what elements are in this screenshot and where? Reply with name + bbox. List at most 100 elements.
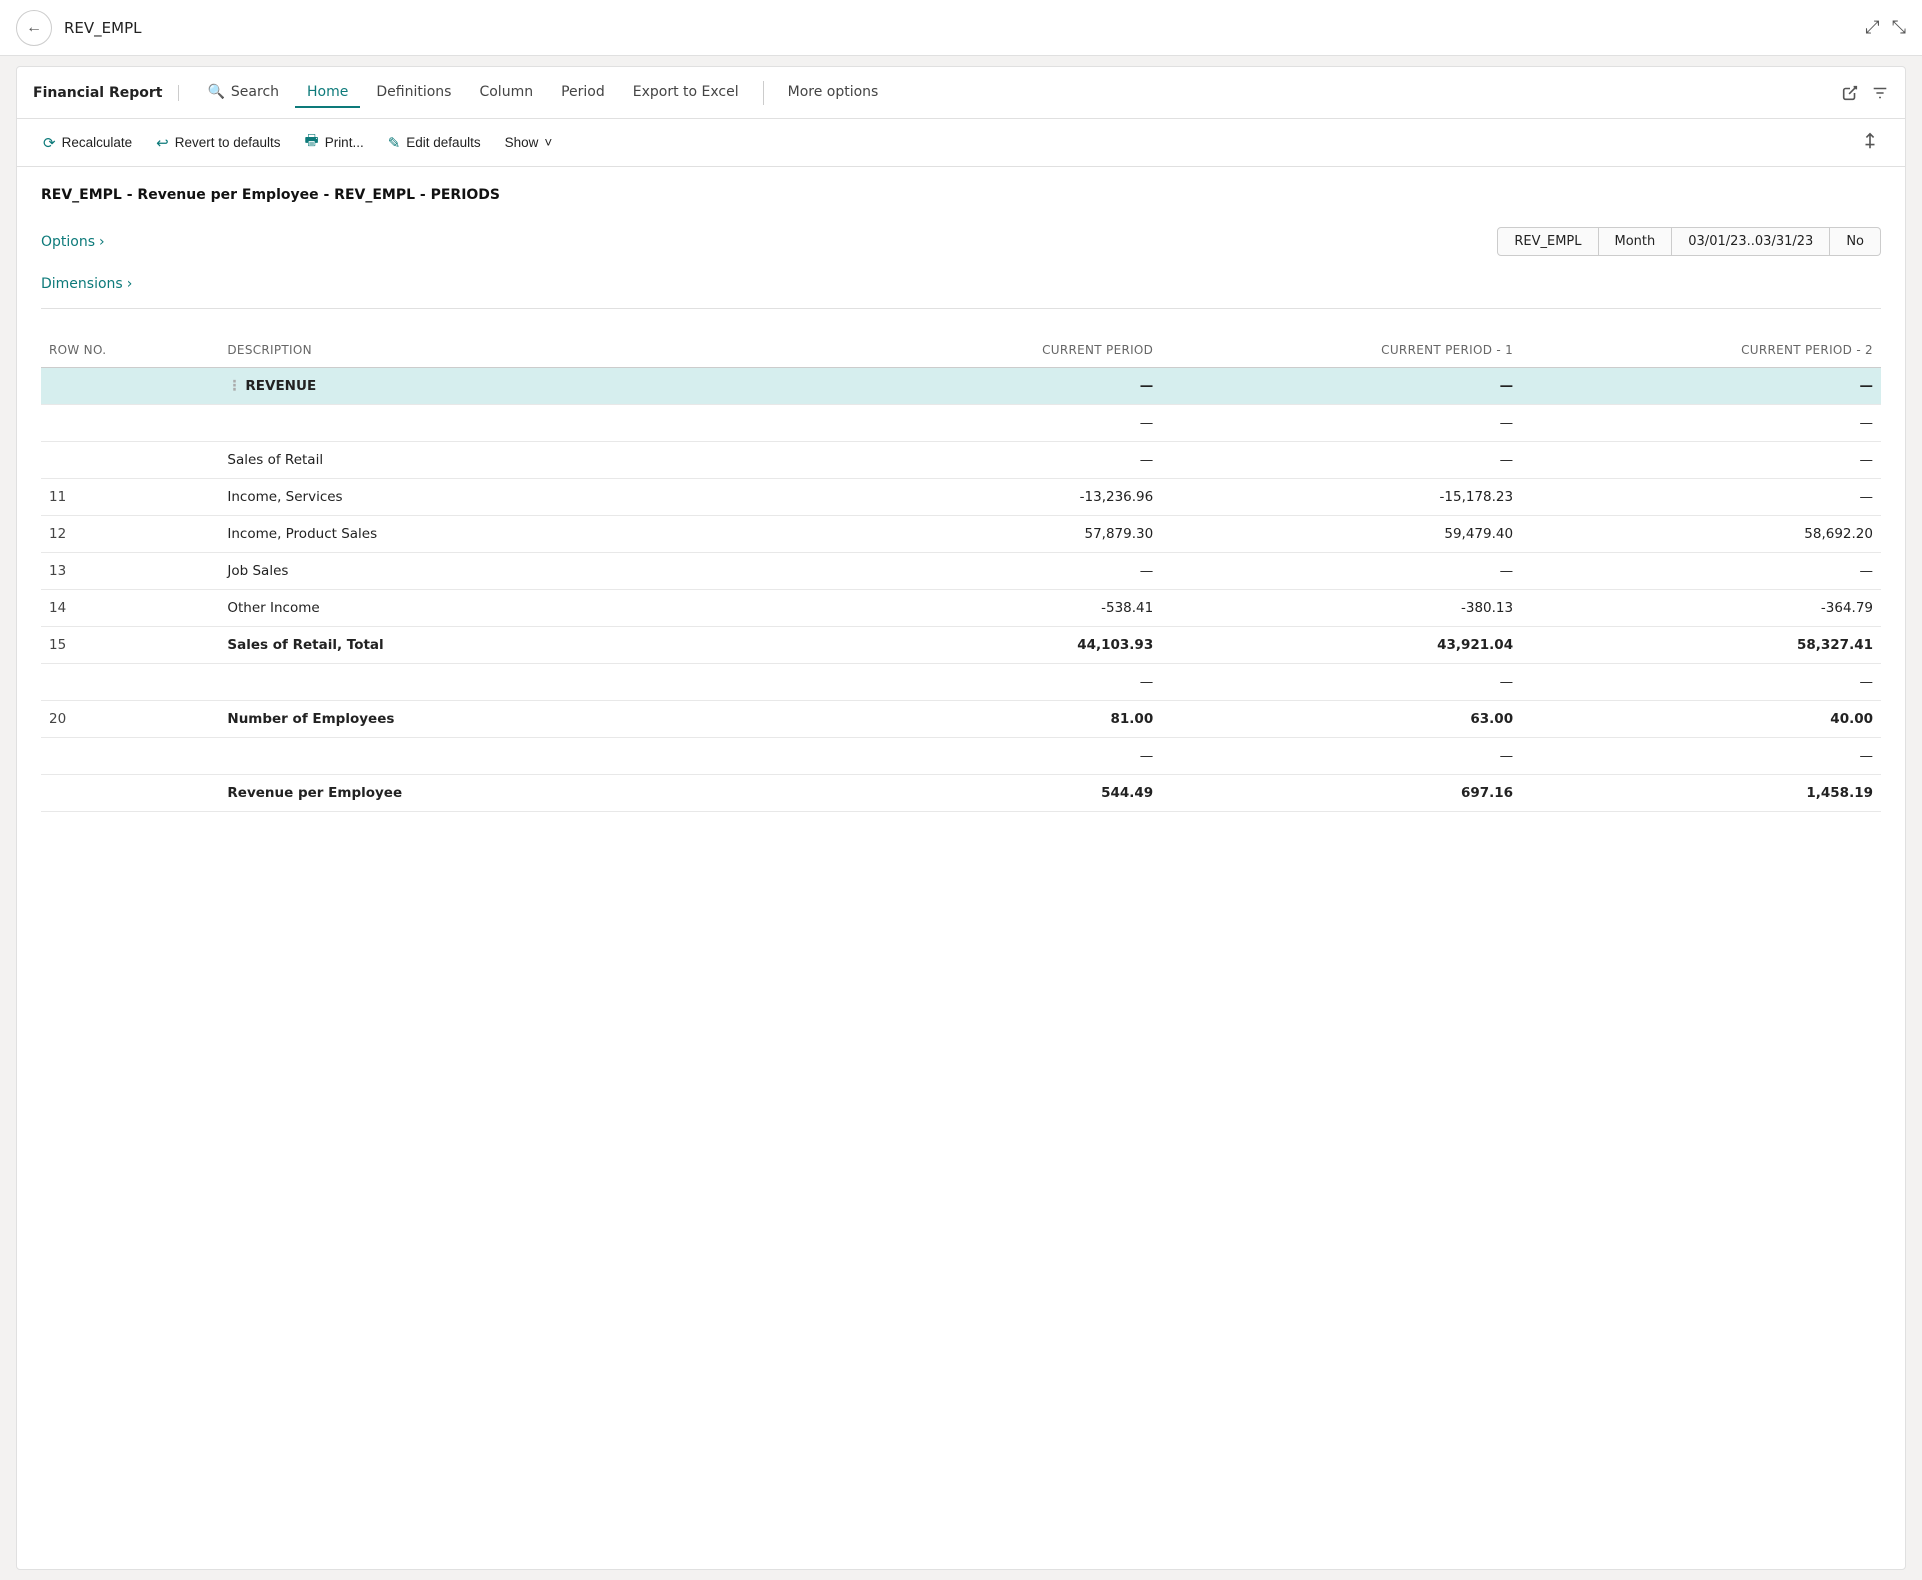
cell-description <box>219 405 852 442</box>
cell-current-period-2: 58,327.41 <box>1521 627 1881 664</box>
col-header-description: Description <box>219 333 852 368</box>
cell-current-period: -13,236.96 <box>852 479 1161 516</box>
nav-home-label: Home <box>307 84 348 100</box>
cell-row-no: 12 <box>41 516 219 553</box>
cell-current-period-1: -15,178.23 <box>1161 479 1521 516</box>
show-button[interactable]: Show ˅ <box>495 130 563 155</box>
nav-item-period[interactable]: Period <box>549 78 617 108</box>
nav-item-home[interactable]: Home <box>295 78 360 108</box>
title-bar: ← REV_EMPL ⤢ ⤡ <box>0 0 1922 56</box>
nav-item-export[interactable]: Export to Excel <box>621 78 751 108</box>
col-header-current-period-1: CURRENT PERIOD - 1 <box>1161 333 1521 368</box>
expand-icon[interactable]: ⤢ <box>1865 17 1879 38</box>
back-icon: ← <box>26 19 42 37</box>
cell-row-no <box>41 405 219 442</box>
option-badge-rev-empl[interactable]: REV_EMPL <box>1497 227 1598 256</box>
table-row: ——— <box>41 664 1881 701</box>
cell-current-period-1: 63.00 <box>1161 701 1521 738</box>
options-label[interactable]: Options › <box>41 234 1497 250</box>
cell-current-period-1: — <box>1161 553 1521 590</box>
table-row: 11Income, Services-13,236.96-15,178.23— <box>41 479 1881 516</box>
action-bar-right <box>1851 127 1889 158</box>
cell-current-period: 57,879.30 <box>852 516 1161 553</box>
cell-current-period: — <box>852 664 1161 701</box>
table-row: 20Number of Employees81.0063.0040.00 <box>41 701 1881 738</box>
edit-icon: ✎ <box>388 134 401 152</box>
share-icon[interactable] <box>1841 84 1859 102</box>
cell-description: Job Sales <box>219 553 852 590</box>
recalculate-button[interactable]: ⟳ Recalculate <box>33 129 142 157</box>
print-button[interactable]: 🖶 Print... <box>295 125 374 160</box>
dimensions-label[interactable]: Dimensions › <box>41 276 1881 292</box>
nav-export-label: Export to Excel <box>633 84 739 100</box>
cell-current-period-1: — <box>1161 738 1521 775</box>
edit-defaults-label: Edit defaults <box>406 135 480 150</box>
print-icon: 🖶 <box>305 130 319 155</box>
search-icon: 🔍 <box>207 84 224 100</box>
report-body: REV_EMPL - Revenue per Employee - REV_EM… <box>17 167 1905 832</box>
cell-current-period-1: -380.13 <box>1161 590 1521 627</box>
nav-search-label: Search <box>231 84 279 100</box>
cell-description <box>219 664 852 701</box>
title-bar-left: ← REV_EMPL <box>16 10 141 46</box>
pin-icon <box>1861 132 1879 153</box>
cell-description: ⋮REVENUE <box>219 368 852 405</box>
option-badge-date-range[interactable]: 03/01/23..03/31/23 <box>1672 227 1830 256</box>
nav-period-label: Period <box>561 84 605 100</box>
cell-description <box>219 738 852 775</box>
data-table: Row No. Description CURRENT PERIOD CURRE… <box>41 333 1881 812</box>
cell-description: Other Income <box>219 590 852 627</box>
cell-current-period-2: — <box>1521 405 1881 442</box>
table-header: Row No. Description CURRENT PERIOD CURRE… <box>41 333 1881 368</box>
nav-item-definitions[interactable]: Definitions <box>364 78 463 108</box>
title-bar-right: ⤢ ⤡ <box>1865 17 1906 38</box>
cell-current-period-1: 59,479.40 <box>1161 516 1521 553</box>
cell-row-no <box>41 738 219 775</box>
option-badge-no[interactable]: No <box>1830 227 1881 256</box>
dimensions-label-text: Dimensions <box>41 276 123 292</box>
options-row: Options › REV_EMPL Month 03/01/23..03/31… <box>41 227 1881 256</box>
table-row: ——— <box>41 405 1881 442</box>
cell-current-period-1: — <box>1161 664 1521 701</box>
cell-row-no: 20 <box>41 701 219 738</box>
cell-current-period-2: -364.79 <box>1521 590 1881 627</box>
nav-item-search[interactable]: 🔍 Search <box>195 78 291 108</box>
table-row: ——— <box>41 738 1881 775</box>
nav-more-label: More options <box>788 84 879 100</box>
options-badges: REV_EMPL Month 03/01/23..03/31/23 No <box>1497 227 1881 256</box>
cell-current-period-1: — <box>1161 368 1521 405</box>
show-label: Show <box>505 135 539 150</box>
cell-current-period: — <box>852 553 1161 590</box>
back-button[interactable]: ← <box>16 10 52 46</box>
recalculate-icon: ⟳ <box>43 134 56 152</box>
nav-item-column[interactable]: Column <box>467 78 545 108</box>
table-row: 15Sales of Retail, Total44,103.9343,921.… <box>41 627 1881 664</box>
cell-current-period: 544.49 <box>852 775 1161 812</box>
cell-current-period-2: — <box>1521 738 1881 775</box>
cell-description: Number of Employees <box>219 701 852 738</box>
nav-right <box>1841 84 1889 102</box>
cell-description: Income, Services <box>219 479 852 516</box>
edit-defaults-button[interactable]: ✎ Edit defaults <box>378 129 491 157</box>
cell-current-period: 44,103.93 <box>852 627 1161 664</box>
print-label: Print... <box>325 135 364 150</box>
revert-button[interactable]: ↩ Revert to defaults <box>146 129 290 157</box>
cell-row-no <box>41 664 219 701</box>
cell-current-period-1: — <box>1161 405 1521 442</box>
cell-current-period-1: 43,921.04 <box>1161 627 1521 664</box>
drag-handle-icon[interactable]: ⋮ <box>227 378 241 394</box>
table-row: Revenue per Employee544.49697.161,458.19 <box>41 775 1881 812</box>
nav-item-more[interactable]: More options <box>776 78 891 108</box>
filter-icon[interactable] <box>1871 84 1889 102</box>
cell-current-period-2: 1,458.19 <box>1521 775 1881 812</box>
show-chevron-icon: ˅ <box>544 135 552 150</box>
option-badge-month[interactable]: Month <box>1599 227 1673 256</box>
pin-button[interactable] <box>1851 127 1889 158</box>
table-row: 14Other Income-538.41-380.13-364.79 <box>41 590 1881 627</box>
table-row: Sales of Retail——— <box>41 442 1881 479</box>
dimensions-chevron-icon: › <box>127 276 133 292</box>
header-row: Row No. Description CURRENT PERIOD CURRE… <box>41 333 1881 368</box>
cell-current-period: -538.41 <box>852 590 1161 627</box>
fullscreen-icon[interactable]: ⤡ <box>1892 17 1906 38</box>
col-header-row-no: Row No. <box>41 333 219 368</box>
